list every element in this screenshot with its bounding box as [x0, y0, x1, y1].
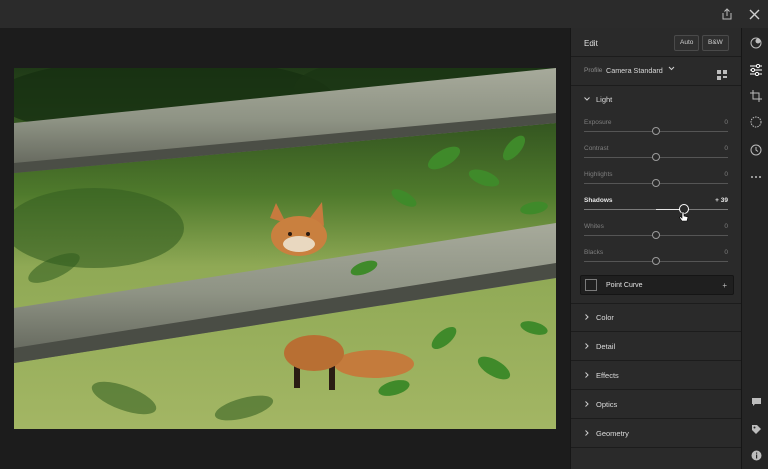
more-icon[interactable] — [746, 167, 766, 187]
divider — [571, 303, 741, 304]
crop-icon[interactable] — [746, 86, 766, 106]
top-bar — [0, 0, 768, 29]
section-light-label: Light — [596, 95, 613, 104]
slider-exposure[interactable]: Exposure 0 — [584, 119, 728, 139]
auto-button[interactable]: Auto — [674, 35, 700, 51]
section-effects[interactable]: Effects — [584, 371, 619, 380]
healing-icon[interactable] — [746, 112, 766, 132]
divider — [571, 447, 741, 448]
slider-knob[interactable] — [652, 127, 660, 135]
photo-fox-behind-fence[interactable] — [14, 68, 556, 429]
section-color[interactable]: Color — [584, 313, 614, 322]
slider-whites[interactable]: Whites 0 — [584, 223, 728, 243]
section-geometry[interactable]: Geometry — [584, 429, 629, 438]
slider-value[interactable]: + 39 — [715, 197, 728, 204]
chevron-right-icon — [584, 371, 590, 380]
section-light[interactable]: Light — [584, 95, 612, 104]
close-icon[interactable] — [745, 5, 763, 23]
slider-shadows[interactable]: Shadows + 39 — [584, 197, 728, 217]
chevron-down-icon[interactable] — [668, 65, 675, 74]
profile-dropdown[interactable]: Camera Standard — [606, 66, 663, 75]
divider — [571, 389, 741, 390]
slider-knob[interactable] — [652, 153, 660, 161]
section-optics[interactable]: Optics — [584, 400, 617, 409]
tool-strip — [741, 28, 768, 469]
slider-knob[interactable] — [652, 179, 660, 187]
chevron-down-icon — [584, 96, 590, 104]
divider — [571, 85, 741, 86]
panel-title: Edit — [584, 39, 598, 48]
chevron-right-icon — [584, 342, 590, 351]
divider — [571, 418, 741, 419]
slider-label: Shadows — [584, 197, 613, 204]
slider-value[interactable]: 0 — [724, 171, 728, 178]
photo-canvas[interactable] — [0, 28, 570, 469]
slider-value[interactable]: 0 — [724, 223, 728, 230]
slider-knob[interactable] — [652, 231, 660, 239]
slider-label: Whites — [584, 223, 604, 230]
edit-presets-icon[interactable] — [746, 33, 766, 53]
sliders-icon[interactable] — [746, 60, 766, 80]
slider-value[interactable]: 0 — [724, 145, 728, 152]
chevron-right-icon — [584, 313, 590, 322]
divider — [571, 56, 741, 57]
profile-browser-icon[interactable] — [717, 67, 727, 80]
slider-value[interactable]: 0 — [724, 249, 728, 256]
slider-label: Blacks — [584, 249, 604, 256]
slider-blacks[interactable]: Blacks 0 — [584, 249, 728, 269]
curve-icon — [585, 279, 597, 291]
comment-icon[interactable] — [746, 392, 766, 412]
section-detail[interactable]: Detail — [584, 342, 615, 351]
section-label: Optics — [596, 400, 618, 409]
slider-label: Contrast — [584, 145, 609, 152]
slider-knob[interactable] — [652, 257, 660, 265]
slider-highlights[interactable]: Highlights 0 — [584, 171, 728, 191]
slider-label: Highlights — [584, 171, 613, 178]
mouse-cursor-icon — [679, 210, 689, 222]
chevron-right-icon — [584, 400, 590, 409]
edit-panel: Edit Auto B&W Profile Camera Standard Li… — [570, 28, 741, 469]
bw-button[interactable]: B&W — [702, 35, 729, 51]
slider-contrast[interactable]: Contrast 0 — [584, 145, 728, 165]
section-label: Effects — [596, 371, 619, 380]
section-label: Detail — [596, 342, 616, 351]
section-label: Color — [596, 313, 614, 322]
divider — [571, 331, 741, 332]
profile-label: Profile — [584, 67, 603, 74]
slider-label: Exposure — [584, 119, 612, 126]
section-label: Geometry — [596, 429, 629, 438]
history-icon[interactable] — [746, 140, 766, 160]
info-icon[interactable] — [746, 445, 766, 465]
chevron-right-icon — [584, 429, 590, 438]
point-curve-button[interactable]: Point Curve + — [580, 275, 734, 295]
share-icon[interactable] — [718, 5, 736, 23]
tag-icon[interactable] — [746, 419, 766, 439]
point-curve-label: Point Curve — [606, 281, 643, 289]
plus-icon: + — [722, 280, 727, 290]
slider-value[interactable]: 0 — [724, 119, 728, 126]
divider — [571, 360, 741, 361]
